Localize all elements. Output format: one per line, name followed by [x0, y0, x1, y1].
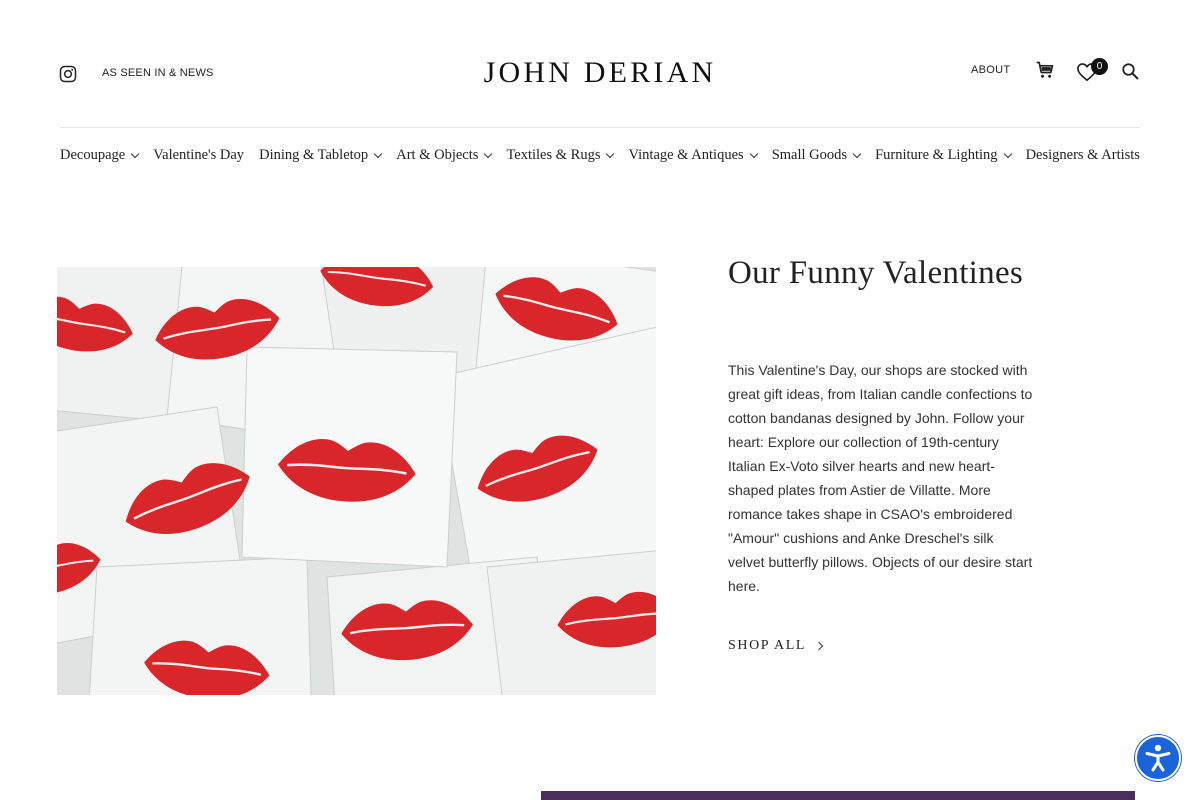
wishlist-count-badge: 0	[1091, 58, 1108, 75]
cart-icon[interactable]	[1035, 60, 1055, 80]
nav-item-label: Art & Objects	[396, 146, 479, 163]
accessibility-icon	[1145, 744, 1171, 772]
nav-item-label: Designers & Artists	[1025, 146, 1140, 163]
nav-item-label: Textiles & Rugs	[506, 146, 601, 163]
nav-item-label: Valentine's Day	[153, 146, 245, 163]
lips-cards-image[interactable]	[57, 267, 656, 695]
nav-item-label: Dining & Tabletop	[259, 146, 369, 163]
lips-cards-illustration	[57, 267, 656, 695]
chevron-down-icon	[373, 149, 383, 158]
chevron-down-icon	[852, 149, 862, 158]
nav-item-furniture-lighting[interactable]: Furniture & Lighting	[875, 146, 1012, 164]
shop-all-link[interactable]: SHOP ALL	[728, 638, 824, 654]
nav-item-decoupage[interactable]: Decoupage	[60, 146, 140, 164]
header-divider	[60, 127, 1140, 128]
feature-description: This Valentine's Day, our shops are stoc…	[728, 362, 1033, 594]
nav-item-designers-artists[interactable]: Designers & Artists	[1026, 147, 1140, 164]
nav-item-art-objects[interactable]: Art & Objects	[396, 146, 493, 164]
chevron-down-icon	[606, 149, 615, 158]
nav-item-label: Furniture & Lighting	[875, 146, 998, 163]
nav-item-label: Vintage & Antiques	[628, 146, 744, 163]
nav-item-textiles-rugs[interactable]: Textiles & Rugs	[506, 146, 615, 164]
chevron-right-icon	[814, 641, 824, 651]
search-icon[interactable]	[1121, 62, 1139, 80]
chevron-down-icon	[749, 149, 758, 158]
feature-title: Our Funny Valentines	[728, 255, 1024, 291]
main-nav: Decoupage Valentine's Day Dining & Table…	[60, 145, 1140, 165]
accessibility-button[interactable]	[1135, 735, 1181, 781]
secondary-feature-image[interactable]	[541, 791, 1135, 800]
nav-item-vintage-antiques[interactable]: Vintage & Antiques	[628, 146, 758, 164]
nav-item-valentines-day[interactable]: Valentine's Day	[153, 147, 244, 164]
chevron-down-icon	[1003, 149, 1012, 158]
nav-item-label: Small Goods	[771, 146, 848, 163]
chevron-down-icon	[130, 149, 140, 158]
about-link[interactable]: ABOUT	[971, 64, 1010, 76]
site-header: AS SEEN IN & NEWS JOHN DERIAN ABOUT 0	[0, 0, 1200, 128]
nav-item-small-goods[interactable]: Small Goods	[771, 146, 862, 164]
site-logo[interactable]: JOHN DERIAN	[0, 56, 1200, 90]
shop-all-label: SHOP ALL	[728, 638, 807, 653]
nav-item-dining-tabletop[interactable]: Dining & Tabletop	[259, 146, 383, 164]
nav-item-label: Decoupage	[60, 146, 126, 163]
chevron-down-icon	[484, 149, 493, 158]
